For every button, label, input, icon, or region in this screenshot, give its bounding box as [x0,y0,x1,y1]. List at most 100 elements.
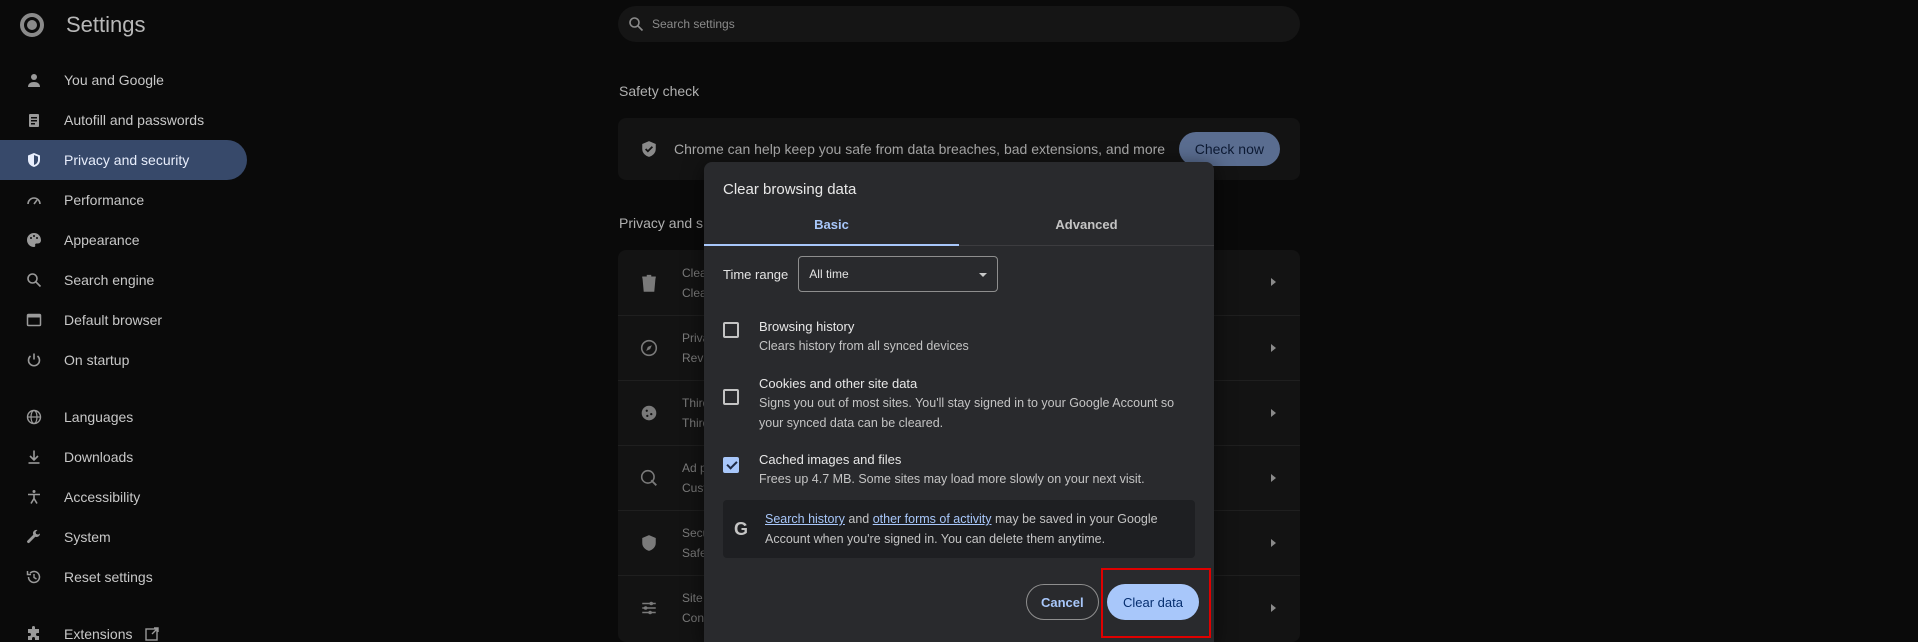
other-activity-link[interactable]: other forms of activity [873,512,992,526]
option-title: Browsing history [759,319,855,334]
option-cookies: Cookies and other site data Signs you ou… [723,375,1199,433]
sidebar-item-search-engine[interactable]: Search engine [0,260,247,300]
puzzle-icon [26,626,42,642]
sidebar-item-label: Downloads [64,449,134,465]
search-icon [26,272,42,288]
chevron-right-icon [1271,344,1276,352]
sidebar-item-system[interactable]: System [0,517,247,557]
time-range-row: Time range All time [723,256,999,292]
brand: Settings [20,12,146,38]
sidebar-item-default-browser[interactable]: Default browser [0,300,247,340]
tab-advanced[interactable]: Advanced [959,208,1214,245]
safety-check-description: Chrome can help keep you safe from data … [674,141,1166,157]
chevron-right-icon [1271,278,1276,286]
sidebar-item-label: Search engine [64,272,155,288]
power-icon [26,352,42,368]
shield-icon [640,534,658,552]
sidebar-item-languages[interactable]: Languages [0,397,247,437]
wrench-icon [26,529,42,545]
dialog-tabs: Basic Advanced [704,208,1214,246]
sidebar-item-label: System [64,529,111,545]
search-input[interactable] [652,17,1252,31]
option-title: Cookies and other site data [759,376,918,391]
cached-images-checkbox[interactable] [723,457,739,473]
speedometer-icon [26,192,42,208]
clipboard-icon [26,112,42,128]
sidebar-item-reset-settings[interactable]: Reset settings [0,557,247,597]
sliders-icon [640,599,658,617]
sidebar: Settings You and Google Autofill and pas… [0,0,260,642]
search-icon [628,16,644,32]
sidebar-item-label: Appearance [64,232,140,248]
sidebar-item-extensions[interactable]: Extensions [0,614,247,642]
trash-icon [640,274,658,292]
chevron-right-icon [1271,474,1276,482]
sidebar-item-label: Reset settings [64,569,153,585]
download-icon [26,449,42,465]
option-cached-images: Cached images and files Frees up 4.7 MB.… [723,451,1199,489]
option-description: Frees up 4.7 MB. Some sites may load mor… [759,472,1145,486]
history-icon [26,569,42,585]
external-link-icon [144,626,160,642]
sidebar-item-label: On startup [64,352,130,368]
sidebar-item-label: Default browser [64,312,163,328]
settings-window: Settings You and Google Autofill and pas… [0,0,1918,642]
sidebar-item-label: Accessibility [64,489,141,505]
sidebar-item-autofill[interactable]: Autofill and passwords [0,100,247,140]
search-bar[interactable] [618,6,1300,42]
option-description: Signs you out of most sites. You'll stay… [759,396,1175,430]
option-title: Cached images and files [759,452,902,467]
info-and: and [844,512,873,526]
sidebar-item-label: Privacy and security [64,152,190,168]
google-g-icon: G [733,519,748,539]
person-icon [26,72,42,88]
info-text: Search history and other forms of activi… [765,509,1185,549]
time-range-select[interactable]: All time [798,256,999,292]
cookies-checkbox[interactable] [723,389,739,405]
browsing-history-checkbox[interactable] [723,322,739,338]
sidebar-item-label: You and Google [64,72,164,88]
sidebar-item-label: Languages [64,409,134,425]
sidebar-item-privacy[interactable]: Privacy and security [0,140,247,180]
palette-icon [26,232,42,248]
time-range-label: Time range [723,266,789,282]
time-range-value: All time [809,267,849,281]
sidebar-item-label: Autofill and passwords [64,112,205,128]
shield-check-icon [640,140,658,158]
compass-icon [640,339,658,357]
privacy-heading: Privacy and s [619,215,704,231]
chrome-logo-icon [20,13,44,37]
sidebar-item-performance[interactable]: Performance [0,180,247,220]
chevron-right-icon [1271,604,1276,612]
chevron-down-icon [979,273,988,277]
sidebar-item-label: Performance [64,192,145,208]
sidebar-item-you-and-google[interactable]: You and Google [0,60,247,100]
cookie-icon [640,404,658,422]
sidebar-nav: You and Google Autofill and passwords Pr… [0,60,260,642]
browser-icon [26,312,42,328]
globe-icon [26,409,42,425]
shield-icon [26,152,42,168]
google-activity-info: G Search history and other forms of acti… [723,500,1195,558]
check-now-button[interactable]: Check now [1178,132,1280,166]
clear-data-highlight [1101,568,1211,638]
page-title: Settings [66,12,146,37]
ad-icon [640,469,658,487]
safety-check-heading: Safety check [619,83,700,99]
cancel-button[interactable]: Cancel [1026,584,1099,620]
search-history-link[interactable]: Search history [765,512,845,526]
nav-divider [0,597,260,614]
chevron-right-icon [1271,539,1276,547]
sidebar-item-accessibility[interactable]: Accessibility [0,477,247,517]
sidebar-item-on-startup[interactable]: On startup [0,340,247,380]
sidebar-item-label: Extensions [64,626,133,642]
tab-basic[interactable]: Basic [704,208,959,246]
dialog-title: Clear browsing data [723,181,857,198]
sidebar-item-downloads[interactable]: Downloads [0,437,247,477]
accessibility-icon [26,489,42,505]
sidebar-item-appearance[interactable]: Appearance [0,220,247,260]
option-browsing-history: Browsing history Clears history from all… [723,318,1199,356]
nav-divider [0,380,260,397]
option-description: Clears history from all synced devices [759,339,969,353]
chevron-right-icon [1271,409,1276,417]
